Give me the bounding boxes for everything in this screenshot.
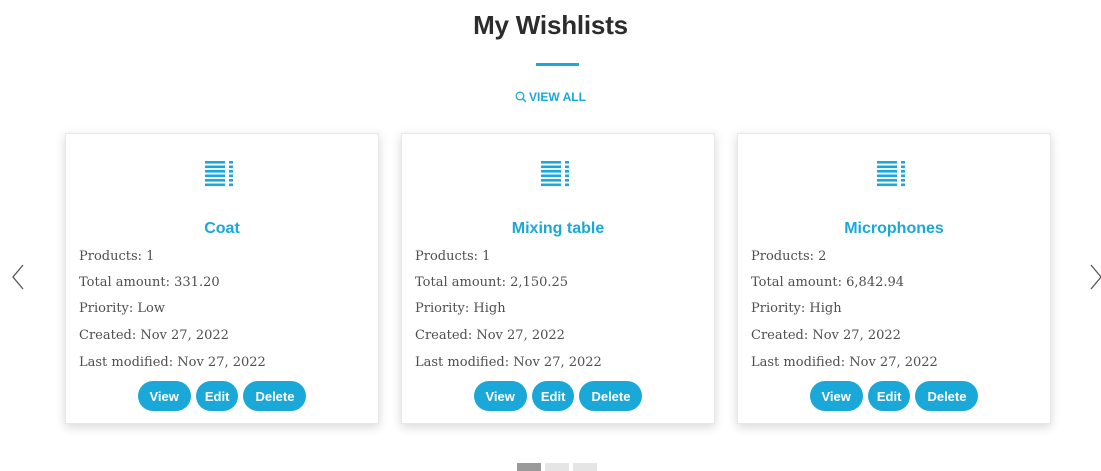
priority: Priority: High (751, 301, 842, 316)
priority: Priority: Low (79, 301, 165, 316)
total-amount: Total amount: 6,842.94 (751, 275, 905, 290)
list-icon (877, 161, 905, 187)
wishlist-title[interactable]: Mixing table (402, 220, 714, 238)
delete-button[interactable]: Delete (915, 381, 979, 411)
wishlist-card: Mixing table Products: 1 Total amount: 2… (401, 133, 715, 424)
chevron-left-icon (12, 264, 24, 290)
created-date: Created: Nov 27, 2022 (751, 328, 901, 343)
search-icon (515, 91, 527, 103)
created-date: Created: Nov 27, 2022 (415, 328, 565, 343)
title-underline (536, 63, 579, 66)
carousel-dot-3[interactable] (573, 463, 597, 471)
wishlist-card: Coat Products: 1 Total amount: 331.20 Pr… (65, 133, 379, 424)
edit-button[interactable]: Edit (867, 381, 911, 411)
priority: Priority: High (415, 301, 506, 316)
chevron-right-icon (1090, 264, 1101, 290)
products-count: Products: 1 (79, 249, 155, 264)
products-count: Products: 1 (415, 249, 491, 264)
last-modified-date: Last modified: Nov 27, 2022 (79, 355, 266, 370)
carousel-dot-1[interactable] (517, 463, 541, 471)
carousel-next-button[interactable] (1088, 262, 1101, 292)
carousel-dot-2[interactable] (545, 463, 569, 471)
list-icon (205, 161, 233, 187)
delete-button[interactable]: Delete (579, 381, 643, 411)
view-button[interactable]: View (137, 381, 191, 411)
carousel-prev-button[interactable] (10, 262, 26, 292)
edit-button[interactable]: Edit (531, 381, 575, 411)
carousel-pagination (517, 463, 597, 471)
view-all-label: VIEW ALL (529, 90, 586, 104)
view-button[interactable]: View (809, 381, 863, 411)
list-icon (541, 161, 569, 187)
delete-button[interactable]: Delete (243, 381, 307, 411)
wishlist-title[interactable]: Coat (66, 220, 378, 238)
total-amount: Total amount: 2,150.25 (415, 275, 569, 290)
products-count: Products: 2 (751, 249, 827, 264)
last-modified-date: Last modified: Nov 27, 2022 (415, 355, 602, 370)
wishlist-card: Microphones Products: 2 Total amount: 6,… (737, 133, 1051, 424)
view-all-link[interactable]: VIEW ALL (0, 90, 1101, 104)
created-date: Created: Nov 27, 2022 (79, 328, 229, 343)
view-button[interactable]: View (473, 381, 527, 411)
total-amount: Total amount: 331.20 (79, 275, 220, 290)
last-modified-date: Last modified: Nov 27, 2022 (751, 355, 938, 370)
edit-button[interactable]: Edit (195, 381, 239, 411)
wishlist-title[interactable]: Microphones (738, 220, 1050, 238)
page-title: My Wishlists (473, 10, 628, 40)
